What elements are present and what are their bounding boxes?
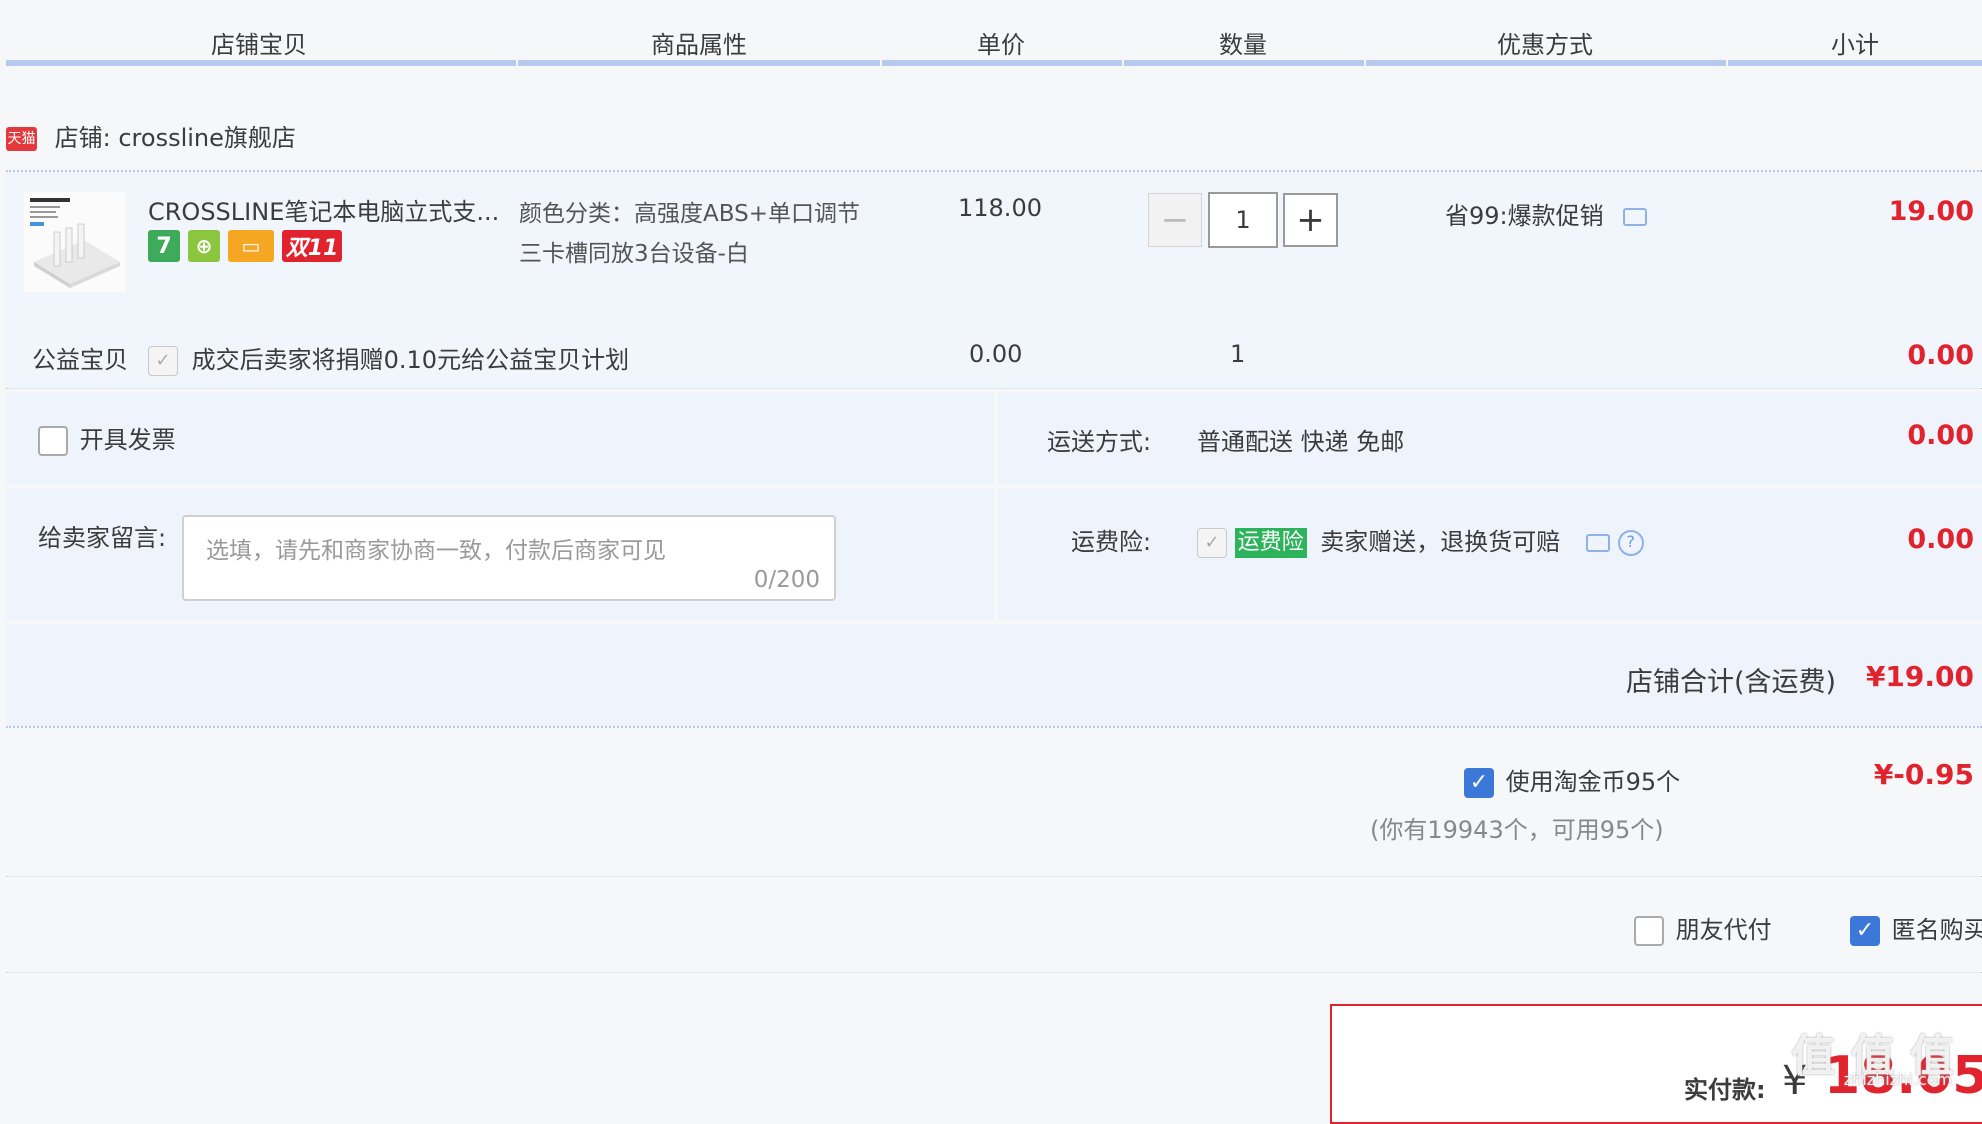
charity-checkbox[interactable]: ✓ bbox=[148, 346, 178, 376]
charity-label: 公益宝贝 bbox=[32, 346, 128, 374]
message-label: 给卖家留言: bbox=[38, 524, 167, 552]
invoice-checkbox[interactable] bbox=[38, 426, 68, 456]
watermark-site: zhizhizhi.com bbox=[1843, 1070, 1952, 1089]
divider bbox=[6, 388, 1982, 389]
header-col-discount: 优惠方式 bbox=[1497, 31, 1593, 59]
charity-price: 0.00 bbox=[969, 340, 1023, 368]
invoice-label: 开具发票 bbox=[79, 426, 176, 454]
quantity-increase-button[interactable]: + bbox=[1283, 193, 1338, 247]
header-col-unit-price: 单价 bbox=[977, 31, 1025, 59]
product-attributes: 颜色分类：高强度ABS+单口调节 三卡槽同放3台设备-白 bbox=[519, 194, 860, 274]
credit-card-icon[interactable]: ▭ bbox=[228, 230, 274, 262]
insurance-label: 运费险: bbox=[1071, 528, 1152, 556]
quantity-decrease-button[interactable]: − bbox=[1148, 193, 1202, 247]
coins-checkbox[interactable]: ✓ bbox=[1464, 768, 1494, 798]
charity-text: 成交后卖家将捐赠0.10元给公益宝贝计划 bbox=[191, 346, 630, 374]
message-placeholder: 选填，请先和商家协商一致，付款后商家可见 bbox=[206, 538, 666, 564]
header-underline bbox=[518, 60, 880, 66]
double-eleven-icon[interactable]: 双11 bbox=[282, 230, 342, 262]
attr-variant: 三卡槽同放3台设备-白 bbox=[519, 241, 749, 267]
shop-row: 天猫 店铺: crossline旗舰店 bbox=[6, 118, 296, 153]
shop-name-link[interactable]: 店铺: crossline旗舰店 bbox=[55, 124, 296, 152]
insurance-checkbox[interactable]: ✓ bbox=[1197, 528, 1227, 558]
divider bbox=[6, 726, 1982, 728]
payment-label: 实付款: bbox=[1684, 1076, 1766, 1104]
friend-pay-option[interactable]: 朋友代付 bbox=[1634, 910, 1772, 946]
friend-pay-label: 朋友代付 bbox=[1675, 916, 1772, 944]
insurance-amount: 0.00 bbox=[1907, 524, 1974, 555]
service-badges: 7 ⊕ ▭ 双11 bbox=[148, 230, 342, 262]
shipping-value[interactable]: 普通配送 快递 免邮 bbox=[1197, 422, 1404, 457]
header-col-quantity: 数量 bbox=[1219, 31, 1267, 59]
divider bbox=[6, 972, 1982, 973]
header-underline bbox=[882, 60, 1122, 66]
header-col-attributes: 商品属性 bbox=[651, 31, 747, 59]
header-underline bbox=[1728, 60, 1982, 66]
insurance-text: 卖家赠送，退换货可赔 bbox=[1320, 528, 1561, 556]
product-title-link[interactable]: CROSSLINE笔记本电脑立式支... bbox=[148, 192, 499, 227]
shipping-amount: 0.00 bbox=[1907, 420, 1974, 451]
coins-note: (你有19943个，可用95个) bbox=[1370, 816, 1664, 844]
promotion: 省99:爆款促销 bbox=[1445, 196, 1648, 231]
invoice-option[interactable]: 开具发票 bbox=[38, 420, 176, 456]
charity-subtotal: 0.00 bbox=[1907, 340, 1974, 371]
shop-total-label: 店铺合计(含运费) bbox=[1626, 667, 1837, 698]
friend-pay-checkbox[interactable] bbox=[1634, 916, 1664, 946]
charity-row: ✓ 成交后卖家将捐赠0.10元给公益宝贝计划 bbox=[148, 340, 629, 376]
header-col-shop-item: 店铺宝贝 bbox=[211, 31, 307, 59]
coins-label: 使用淘金币95个 bbox=[1505, 768, 1681, 796]
header-underline bbox=[1366, 60, 1726, 66]
insurance-tag: 运费险 bbox=[1234, 528, 1307, 558]
attr-color: 颜色分类：高强度ABS+单口调节 bbox=[519, 201, 860, 227]
header-underline bbox=[1124, 60, 1364, 66]
anonymous-label: 匿名购买 bbox=[1891, 916, 1982, 944]
charity-quantity: 1 bbox=[1230, 340, 1246, 368]
product-thumbnail[interactable] bbox=[24, 192, 126, 292]
seven-day-return-icon[interactable]: 7 bbox=[148, 230, 180, 262]
tmall-logo-icon: 天猫 bbox=[6, 127, 37, 151]
help-icon[interactable]: ? bbox=[1617, 530, 1644, 556]
unit-price: 118.00 bbox=[958, 194, 1042, 222]
anonymous-option[interactable]: ✓ 匿名购买 bbox=[1850, 910, 1982, 946]
anonymous-checkbox[interactable]: ✓ bbox=[1850, 916, 1880, 946]
divider bbox=[6, 876, 1982, 877]
quantity-input[interactable]: 1 bbox=[1208, 192, 1278, 248]
laptop-stand-image-icon bbox=[24, 192, 126, 292]
coins-discount: ¥-0.95 bbox=[1873, 758, 1974, 791]
message-char-counter: 0/200 bbox=[753, 567, 820, 593]
header-underline bbox=[6, 60, 516, 66]
coins-option[interactable]: ✓ 使用淘金币95个 bbox=[1464, 762, 1680, 798]
promotion-label: 省99:爆款促销 bbox=[1445, 202, 1604, 230]
insurance-row: ✓ 运费险 卖家赠送，退换货可赔 ? bbox=[1197, 522, 1644, 558]
comment-icon[interactable] bbox=[1585, 534, 1610, 552]
guarantee-icon[interactable]: ⊕ bbox=[188, 230, 220, 262]
header-col-subtotal: 小计 bbox=[1831, 31, 1879, 59]
seller-message-textarea[interactable]: 选填，请先和商家协商一致，付款后商家可见 0/200 bbox=[182, 515, 836, 601]
item-subtotal: 19.00 bbox=[1888, 196, 1974, 227]
shop-total-amount: ¥19.00 bbox=[1865, 660, 1974, 693]
comment-icon[interactable] bbox=[1623, 208, 1648, 226]
shipping-label: 运送方式: bbox=[1047, 428, 1152, 456]
